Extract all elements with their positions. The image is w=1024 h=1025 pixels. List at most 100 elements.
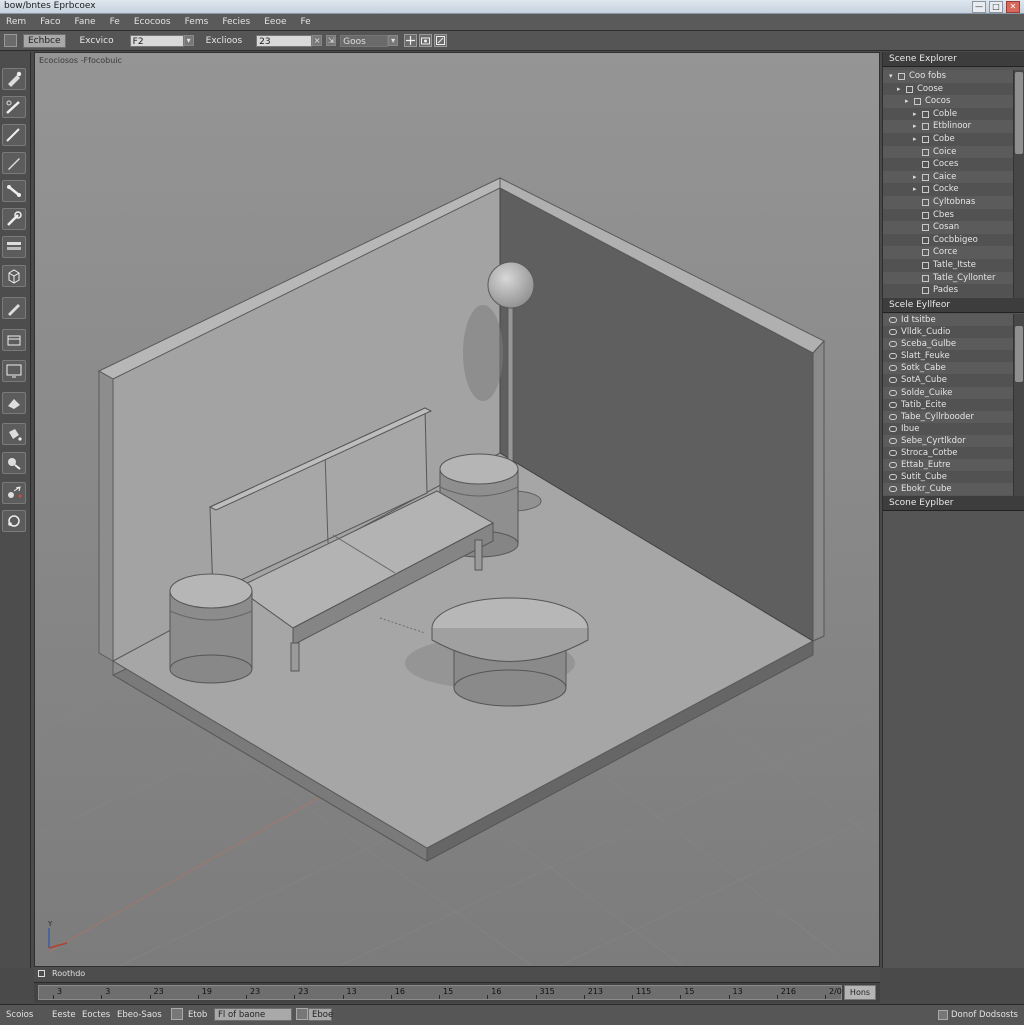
object-list-item[interactable]: Sutit_Cube [883, 471, 1013, 484]
visibility-checkbox[interactable] [922, 198, 929, 206]
scene-tree-item[interactable]: Corce [883, 246, 1013, 259]
scene-tree-item[interactable]: ▸ Etblinoor [883, 120, 1013, 133]
knife-icon[interactable] [2, 124, 26, 146]
toolbar-field-1[interactable]: F2 [129, 34, 184, 47]
visibility-checkbox[interactable] [922, 224, 929, 232]
scene-tree-item[interactable]: ▸ Cocos [883, 95, 1013, 108]
object-list-item[interactable]: Id tsitbe [883, 314, 1013, 327]
expand-arrow-icon[interactable]: ▸ [905, 95, 909, 108]
menu-item[interactable]: Faco [40, 17, 60, 27]
timeline-ruler[interactable]: 3 3 23 19 23 23 13 16 15 16 315 213 115 15 13 216 2/0 [38, 985, 842, 1000]
status-item[interactable]: Ebeo-Saos [117, 1010, 162, 1020]
paint-icon[interactable] [2, 392, 26, 414]
status-small-field[interactable]: Eboe [308, 1008, 333, 1021]
object-list-item[interactable]: Stroca_Cotbe [883, 447, 1013, 460]
visibility-checkbox[interactable] [922, 148, 929, 156]
monitor-icon[interactable] [2, 360, 26, 382]
menu-item[interactable]: Fems [185, 17, 209, 27]
3d-viewport[interactable]: Ecociosos -Ffocobuic Y [34, 52, 880, 967]
visibility-checkbox[interactable] [922, 173, 929, 181]
menu-item[interactable]: Fecies [222, 17, 250, 27]
close-icon[interactable]: × [312, 35, 323, 46]
scene-tree-item[interactable]: Coice [883, 145, 1013, 159]
maximize-button[interactable]: □ [989, 1, 1003, 13]
bucket-icon[interactable] [2, 423, 26, 445]
object-list-item[interactable]: Sebe_Cyrtlkdor [883, 434, 1013, 448]
visibility-checkbox[interactable] [922, 186, 929, 194]
package-icon[interactable] [2, 329, 26, 351]
pen-icon[interactable] [2, 96, 26, 118]
scene-tree-item[interactable]: ▸ Cobe [883, 132, 1013, 146]
close-button[interactable]: ✕ [1006, 1, 1020, 13]
select-icon[interactable] [2, 452, 26, 474]
expand-arrow-icon[interactable]: ▸ [913, 183, 917, 196]
status-dropdown[interactable]: Fl of baone [214, 1008, 292, 1021]
panel-toggle-icon[interactable] [4, 34, 17, 47]
move-icon[interactable] [404, 34, 418, 47]
visibility-checkbox[interactable] [914, 98, 921, 106]
scrollbar[interactable] [1013, 70, 1024, 298]
menu-item[interactable]: Fe [110, 17, 120, 27]
layers-icon[interactable] [2, 236, 26, 258]
toolbar-field-2[interactable]: 23 [256, 34, 313, 47]
scene-tree-item[interactable]: ▸ Coose [883, 82, 1013, 96]
scene-tree-item[interactable]: ▾ Coo fobs [883, 70, 1013, 83]
brush-icon[interactable] [2, 68, 26, 90]
visibility-checkbox[interactable] [922, 135, 929, 143]
scene-tree-item[interactable]: Pades [883, 284, 1013, 297]
visibility-checkbox[interactable] [922, 249, 929, 257]
scene-tree-item[interactable]: Tatle_Itste [883, 258, 1013, 272]
chevron-down-icon[interactable]: ▾ [183, 35, 194, 46]
visibility-checkbox[interactable] [922, 236, 929, 244]
minimize-button[interactable]: — [972, 1, 986, 13]
expand-arrow-icon[interactable]: ▸ [913, 133, 917, 146]
object-list-item[interactable]: Ettab_Eutre [883, 459, 1013, 472]
arrows-icon[interactable]: ⇲ [326, 35, 337, 46]
move-icon[interactable] [2, 482, 26, 504]
scene-tree-item[interactable]: ▸ Caice [883, 170, 1013, 184]
expand-arrow-icon[interactable]: ▾ [889, 70, 893, 83]
scrollbar[interactable] [1013, 314, 1024, 496]
timeline-end-button[interactable]: Hons [844, 985, 876, 1000]
object-list-item[interactable]: Tatib_Ecite [883, 398, 1013, 411]
scrollbar-thumb[interactable] [1015, 72, 1023, 154]
scene-tree-item[interactable]: Cbes [883, 208, 1013, 222]
visibility-checkbox[interactable] [922, 161, 929, 169]
settings-icon[interactable] [296, 1008, 308, 1020]
object-list-item[interactable]: Vlldk_Cudio [883, 326, 1013, 339]
object-list-item[interactable]: Ibue [883, 422, 1013, 435]
pencil-icon[interactable] [2, 152, 26, 174]
scene-tree-item[interactable]: ▸ Coble [883, 107, 1013, 121]
object-list-item[interactable]: Sceba_Gulbe [883, 338, 1013, 351]
visibility-checkbox[interactable] [922, 211, 929, 219]
status-item[interactable]: Scoios [6, 1010, 33, 1020]
visibility-checkbox[interactable] [922, 123, 929, 131]
menu-item[interactable]: Rem [6, 17, 26, 27]
cube-icon[interactable] [2, 265, 26, 287]
scene-tree-item[interactable]: Cosan [883, 221, 1013, 234]
scene-tree-item[interactable]: Cocbbigeo [883, 233, 1013, 247]
expand-arrow-icon[interactable]: ▸ [897, 83, 901, 96]
visibility-checkbox[interactable] [922, 261, 929, 269]
expand-arrow-icon[interactable]: ▸ [913, 120, 917, 133]
object-list-item[interactable]: Tabe_Cyllrbooder [883, 410, 1013, 423]
menu-item[interactable]: Fe [301, 17, 311, 27]
visibility-checkbox[interactable] [922, 110, 929, 118]
menu-item[interactable]: Fane [74, 17, 95, 27]
bone-icon[interactable] [2, 180, 26, 202]
visibility-checkbox[interactable] [922, 274, 929, 282]
menu-item[interactable]: Eeoe [264, 17, 286, 27]
scrollbar-thumb[interactable] [1015, 326, 1023, 382]
scene-tree-item[interactable]: Coces [883, 158, 1013, 171]
wrench-icon[interactable] [2, 208, 26, 230]
toolbar-button[interactable]: Echbce [23, 33, 66, 48]
menu-item[interactable]: Ecocoos [134, 17, 171, 27]
status-item[interactable]: Eoctes [82, 1010, 110, 1020]
visibility-checkbox[interactable] [922, 287, 929, 295]
status-item[interactable]: Eeste [52, 1010, 76, 1020]
visibility-checkbox[interactable] [906, 85, 913, 93]
object-list-item[interactable]: Solde_Cuike [883, 386, 1013, 399]
visibility-checkbox[interactable] [898, 73, 905, 80]
render-icon[interactable] [434, 34, 448, 47]
expand-arrow-icon[interactable]: ▸ [913, 108, 917, 121]
